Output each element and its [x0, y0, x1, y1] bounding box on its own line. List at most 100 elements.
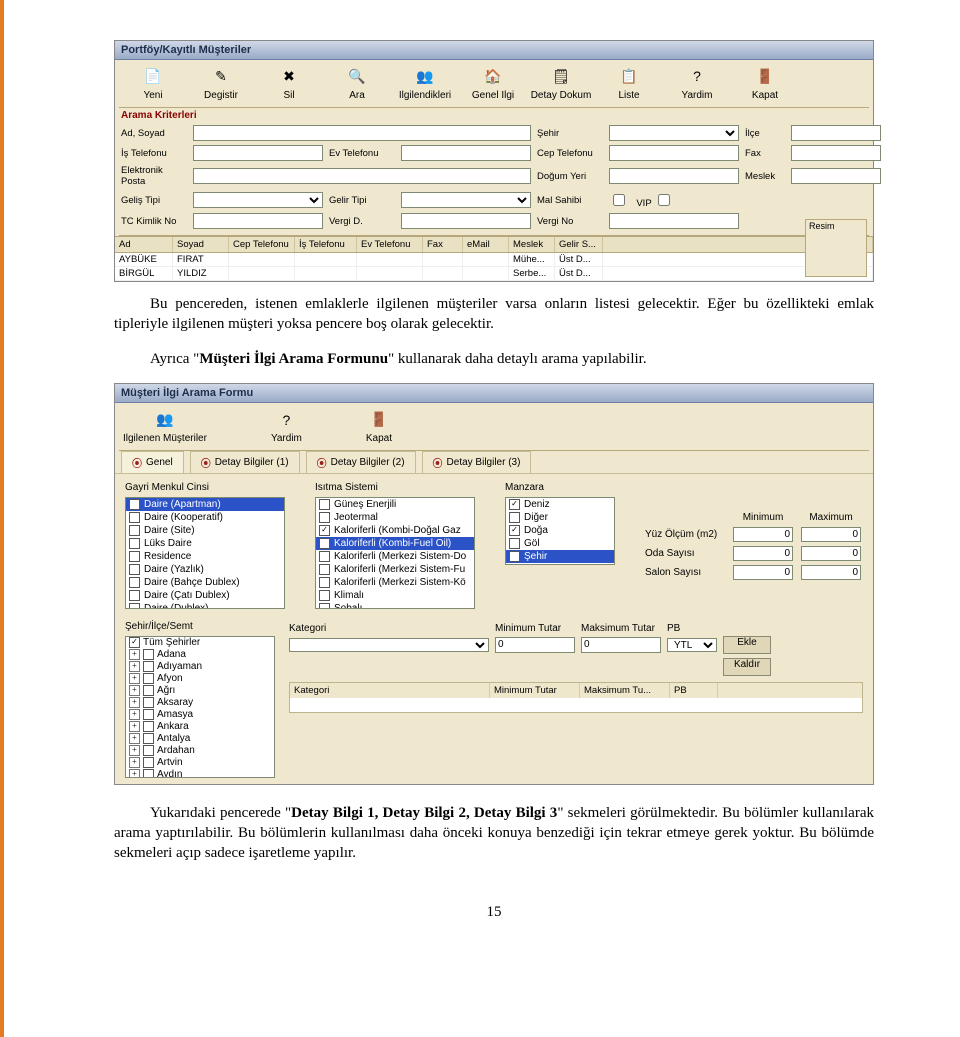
toolbar-btn-detay dokum[interactable]: 🗒Detay Dokum [527, 64, 595, 101]
expand-icon[interactable]: + [129, 721, 140, 732]
list-item[interactable]: Sobalı [316, 602, 474, 609]
kg-col[interactable]: Kategori [290, 683, 490, 698]
list-item[interactable]: Göl [506, 537, 614, 550]
toolbar-btn-sil[interactable]: ✖Sil [255, 64, 323, 101]
expand-icon[interactable]: + [129, 673, 140, 684]
city-item[interactable]: +Adıyaman [126, 661, 274, 673]
toolbar-btn-yardim[interactable]: ?Yardim [663, 64, 731, 101]
list-item[interactable]: Daire (Site) [126, 524, 284, 537]
list-item[interactable]: Diğer [506, 511, 614, 524]
max-tutar-input[interactable] [581, 637, 661, 653]
list-item[interactable]: ✓Kaloriferli (Kombi-Doğal Gaz [316, 524, 474, 537]
city-tree[interactable]: ✓Tüm Şehirler+Adana+Adıyaman+Afyon+Ağrı+… [125, 636, 275, 778]
expand-icon[interactable]: + [129, 685, 140, 696]
col-Ad[interactable]: Ad [115, 237, 173, 252]
col-Soyad[interactable]: Soyad [173, 237, 229, 252]
ekle-button[interactable]: Ekle [723, 636, 771, 654]
city-item[interactable]: +Afyon [126, 673, 274, 685]
expand-icon[interactable]: + [129, 709, 140, 720]
dogum-input[interactable] [609, 168, 739, 184]
toolbar-btn-kapat[interactable]: 🚪Kapat [731, 64, 799, 101]
list-item[interactable]: ✓Deniz [506, 498, 614, 511]
kategori-select[interactable] [289, 638, 489, 652]
expand-icon[interactable]: + [129, 769, 140, 778]
gelis-select[interactable] [193, 192, 323, 208]
city-item[interactable]: +Amasya [126, 709, 274, 721]
ilce-input[interactable] [791, 125, 881, 141]
meslek-input[interactable] [791, 168, 881, 184]
list-item[interactable]: Kaloriferli (Merkezi Sistem-Kö [316, 576, 474, 589]
city-item[interactable]: +Aydın [126, 769, 274, 778]
list-item[interactable]: Daire (Dublex) [126, 602, 284, 609]
city-item[interactable]: +Ardahan [126, 745, 274, 757]
tc-input[interactable] [193, 213, 323, 229]
manzara-list[interactable]: ✓DenizDiğer✓DoğaGölŞehir [505, 497, 615, 565]
col-Fax[interactable]: Fax [423, 237, 463, 252]
expand-icon[interactable]: + [129, 757, 140, 768]
vergi-d-input[interactable] [401, 213, 531, 229]
toolbar2-btn-0[interactable]: 👥Ilgilenen Müşteriler [123, 409, 207, 444]
toolbar2-btn-1[interactable]: ?Yardim [271, 409, 302, 444]
list-item[interactable]: ✓Daire (Apartman) [126, 498, 284, 511]
tab-2[interactable]: ⦿Detay Bilgiler (2) [306, 451, 416, 473]
gayri-menkul-list[interactable]: ✓Daire (Apartman)Daire (Kooperatif)Daire… [125, 497, 285, 609]
min-input[interactable] [733, 565, 793, 580]
cep-tel-input[interactable] [609, 145, 739, 161]
toolbar-btn-ara[interactable]: 🔍Ara [323, 64, 391, 101]
ad-soyad-input[interactable] [193, 125, 531, 141]
list-item[interactable]: ✓Doğa [506, 524, 614, 537]
toolbar-btn-ilgilendikleri[interactable]: 👥Ilgilendikleri [391, 64, 459, 101]
city-item[interactable]: +Antalya [126, 733, 274, 745]
tab-1[interactable]: ⦿Detay Bilgiler (1) [190, 451, 300, 473]
col-Ev Telefonu[interactable]: Ev Telefonu [357, 237, 423, 252]
vip-check[interactable] [658, 194, 670, 206]
min-input[interactable] [733, 527, 793, 542]
list-item[interactable]: Güneş Enerjili [316, 498, 474, 511]
col-İş Telefonu[interactable]: İş Telefonu [295, 237, 357, 252]
gelir-select[interactable] [401, 192, 531, 208]
city-item[interactable]: +Ağrı [126, 685, 274, 697]
expand-icon[interactable]: + [129, 661, 140, 672]
col-Gelir S...[interactable]: Gelir S... [555, 237, 603, 252]
col-Meslek[interactable]: Meslek [509, 237, 555, 252]
isitma-list[interactable]: Güneş EnerjiliJeotermal✓Kaloriferli (Kom… [315, 497, 475, 609]
list-item[interactable]: Daire (Yazlık) [126, 563, 284, 576]
table-row[interactable]: BİRGÜLYILDIZSerbe...Üst D... [115, 267, 873, 281]
fax-input[interactable] [791, 145, 881, 161]
toolbar-btn-genel ilgi[interactable]: 🏠Genel Ilgi [459, 64, 527, 101]
toolbar-btn-liste[interactable]: 📋Liste [595, 64, 663, 101]
min-input[interactable] [733, 546, 793, 561]
toolbar-btn-yeni[interactable]: 📄Yeni [119, 64, 187, 101]
pb-select[interactable]: YTL [667, 638, 717, 652]
max-input[interactable] [801, 565, 861, 580]
table-row[interactable]: AYBÜKEFIRATMühe...Üst D... [115, 253, 873, 267]
city-item[interactable]: +Ankara [126, 721, 274, 733]
kg-col[interactable]: Minimum Tutar [490, 683, 580, 698]
city-item[interactable]: +Adana [126, 649, 274, 661]
expand-icon[interactable]: + [129, 745, 140, 756]
toolbar-btn-degistir[interactable]: ✎Degistir [187, 64, 255, 101]
list-item[interactable]: Jeotermal [316, 511, 474, 524]
ev-tel-input[interactable] [401, 145, 531, 161]
list-item[interactable]: Şehir [506, 550, 614, 563]
tab-0[interactable]: ⦿Genel [121, 451, 184, 473]
city-item[interactable]: ✓Tüm Şehirler [126, 637, 274, 649]
is-tel-input[interactable] [193, 145, 323, 161]
col-eMail[interactable]: eMail [463, 237, 509, 252]
list-item[interactable]: Klimalı [316, 589, 474, 602]
expand-icon[interactable]: + [129, 733, 140, 744]
list-item[interactable]: Daire (Çatı Dublex) [126, 589, 284, 602]
max-input[interactable] [801, 527, 861, 542]
list-item[interactable]: Daire (Bahçe Dublex) [126, 576, 284, 589]
expand-icon[interactable]: + [129, 697, 140, 708]
col-Cep Telefonu[interactable]: Cep Telefonu [229, 237, 295, 252]
list-item[interactable]: ✓Kaloriferli (Kombi-Fuel Oil) [316, 537, 474, 550]
mal-sahibi-check[interactable] [613, 194, 625, 206]
toolbar2-btn-2[interactable]: 🚪Kapat [366, 409, 392, 444]
kg-col[interactable]: Maksimum Tu... [580, 683, 670, 698]
kg-col[interactable]: PB [670, 683, 718, 698]
sehir-select[interactable] [609, 125, 739, 141]
list-item[interactable]: Kaloriferli (Merkezi Sistem-Do [316, 550, 474, 563]
list-item[interactable]: Residence [126, 550, 284, 563]
tab-3[interactable]: ⦿Detay Bilgiler (3) [422, 451, 532, 473]
